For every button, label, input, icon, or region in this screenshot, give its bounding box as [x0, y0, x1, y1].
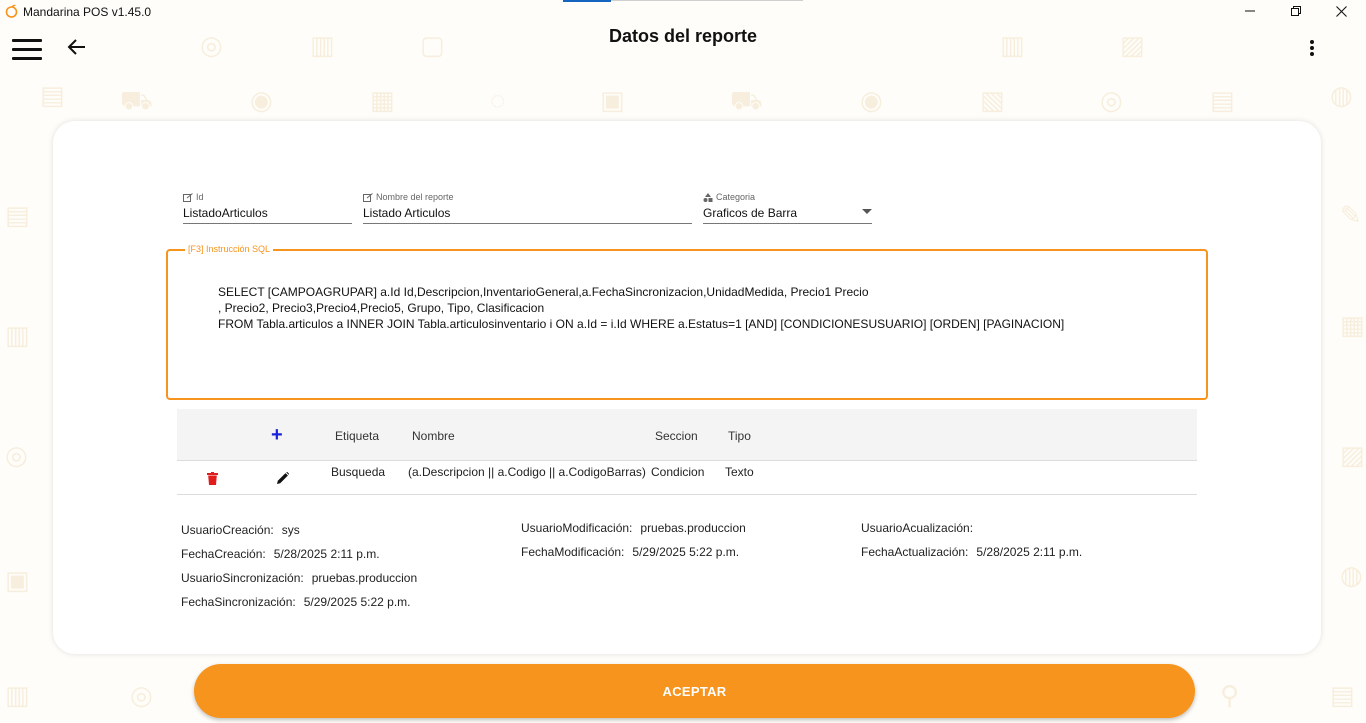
restore-icon: [1291, 6, 1301, 16]
minimize-button[interactable]: [1227, 0, 1273, 22]
id-label: Id: [196, 192, 204, 202]
col-seccion: Seccion: [655, 429, 698, 443]
close-button[interactable]: [1318, 0, 1364, 22]
report-name-value: Listado Articulos: [363, 206, 451, 220]
meta-usuario-modificacion: UsuarioModificación: pruebas.produccion: [521, 521, 746, 535]
row-nombre: (a.Descripcion || a.Codigo || a.CodigoBa…: [408, 465, 646, 479]
id-value: ListadoArticulos: [183, 206, 268, 220]
col-etiqueta: Etiqueta: [335, 429, 380, 443]
titlebar-accent: [563, 0, 611, 2]
meta-usuario-creacion: UsuarioCreación: sys: [181, 523, 300, 537]
col-nombre: Nombre: [412, 429, 455, 443]
row-tipo: Texto: [725, 465, 754, 479]
chevron-down-icon: [862, 209, 872, 214]
meta-usuario-sincronizacion: UsuarioSincronización: pruebas.produccion: [181, 571, 418, 585]
meta-fecha-modificacion: FechaModificación: 5/29/2025 5:22 p.m.: [521, 545, 740, 559]
titlebar-divider: [611, 0, 803, 1]
sql-label: [F3] Instrucción SQL: [185, 244, 274, 254]
report-name-field[interactable]: Nombre del reporte Listado Articulos: [363, 192, 692, 224]
category-dropdown[interactable]: Categoria Graficos de Barra: [703, 192, 872, 224]
accept-button[interactable]: ACEPTAR: [194, 664, 1195, 718]
id-field[interactable]: Id ListadoArticulos: [183, 192, 352, 224]
table-row: Busqueda (a.Descripcion || a.Codigo || a…: [177, 462, 1197, 495]
category-icon: [703, 192, 713, 202]
pencil-icon[interactable]: [277, 472, 289, 484]
app-title: Mandarina POS v1.45.0: [23, 5, 152, 19]
window-titlebar: Mandarina POS v1.45.0: [0, 0, 1366, 22]
edit-field-icon: [183, 192, 193, 202]
sql-textarea[interactable]: SELECT [CAMPOAGRUPAR] a.Id Id,Descripcio…: [166, 249, 1208, 400]
col-tipo: Tipo: [728, 429, 751, 443]
row-seccion: Condicion: [651, 465, 705, 479]
close-icon: [1335, 5, 1347, 17]
meta-fecha-sincronizacion: FechaSincronización: 5/29/2025 5:22 p.m.: [181, 595, 411, 609]
delete-icon[interactable]: [207, 472, 218, 485]
table-header: + Etiqueta Nombre Seccion Tipo: [177, 409, 1197, 461]
add-icon[interactable]: +: [271, 425, 283, 445]
more-vert-icon: [1310, 40, 1314, 44]
category-label: Categoria: [716, 192, 756, 202]
sql-text: SELECT [CAMPOAGRUPAR] a.Id Id,Descripcio…: [218, 285, 1065, 331]
page-title: Datos del reporte: [608, 26, 758, 46]
minimize-icon: [1245, 10, 1255, 12]
edit-field-icon: [363, 192, 373, 202]
restore-button[interactable]: [1273, 0, 1319, 22]
more-options-button[interactable]: [1303, 38, 1321, 58]
report-name-label: Nombre del reporte: [376, 192, 454, 202]
meta-fecha-creacion: FechaCreación: 5/28/2025 2:11 p.m.: [181, 547, 380, 561]
row-etiqueta: Busqueda: [331, 465, 386, 479]
app-logo-icon: [5, 4, 18, 18]
meta-fecha-actualizacion: FechaActualización: 5/28/2025 2:11 p.m.: [861, 545, 1083, 559]
category-value: Graficos de Barra: [703, 206, 798, 220]
meta-usuario-actualizacion: UsuarioAcualización:: [861, 521, 974, 535]
